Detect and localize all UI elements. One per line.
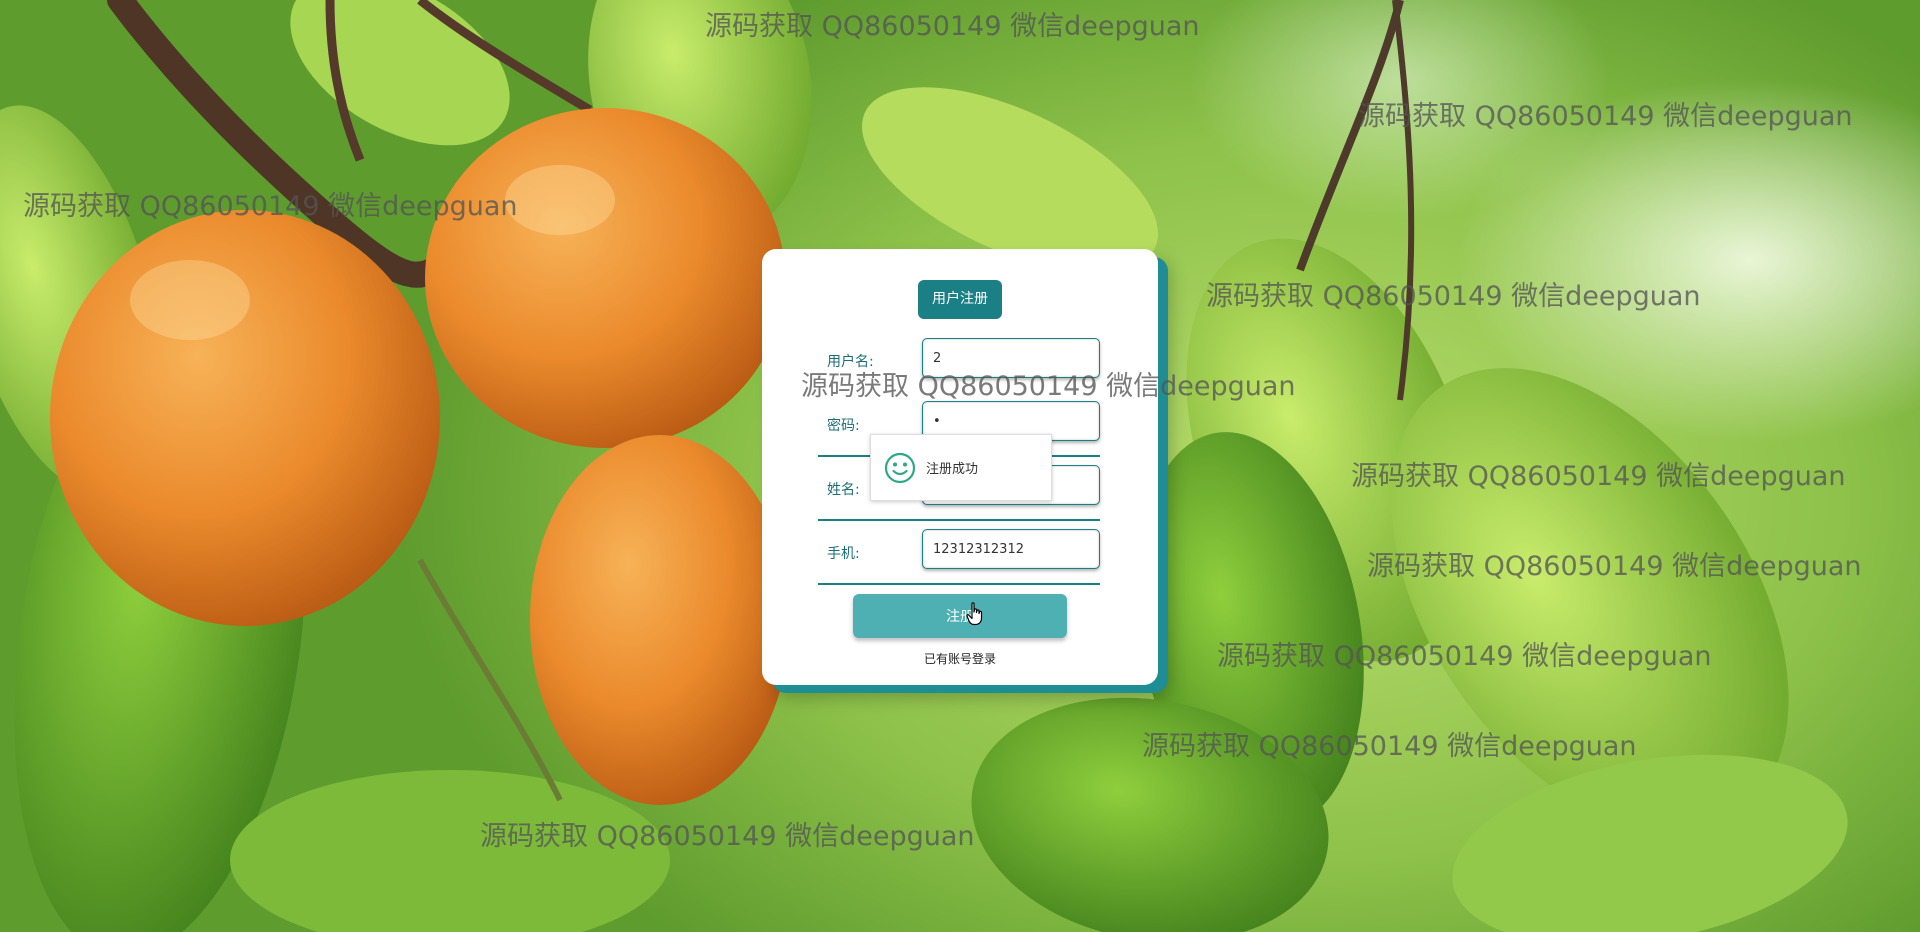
username-input[interactable] [922,338,1100,378]
hand-cursor-icon [966,602,983,626]
password-label: 密码: [827,418,860,434]
divider [818,519,1100,521]
phone-input[interactable] [922,529,1100,569]
smiley-icon [884,452,916,483]
login-link[interactable]: 已有账号登录 [762,650,1158,667]
name-label: 姓名: [827,482,860,498]
toast-message: 注册成功 [926,462,979,477]
username-label: 用户名: [827,354,874,370]
phone-label: 手机: [827,546,860,562]
success-toast: 注册成功 [870,434,1052,501]
form-title: 用户注册 [918,280,1002,319]
register-button[interactable]: 注册 [853,594,1067,638]
divider [818,583,1100,585]
page: 源码获取 QQ86050149 微信deepguan 源码获取 QQ860501… [0,0,1920,932]
